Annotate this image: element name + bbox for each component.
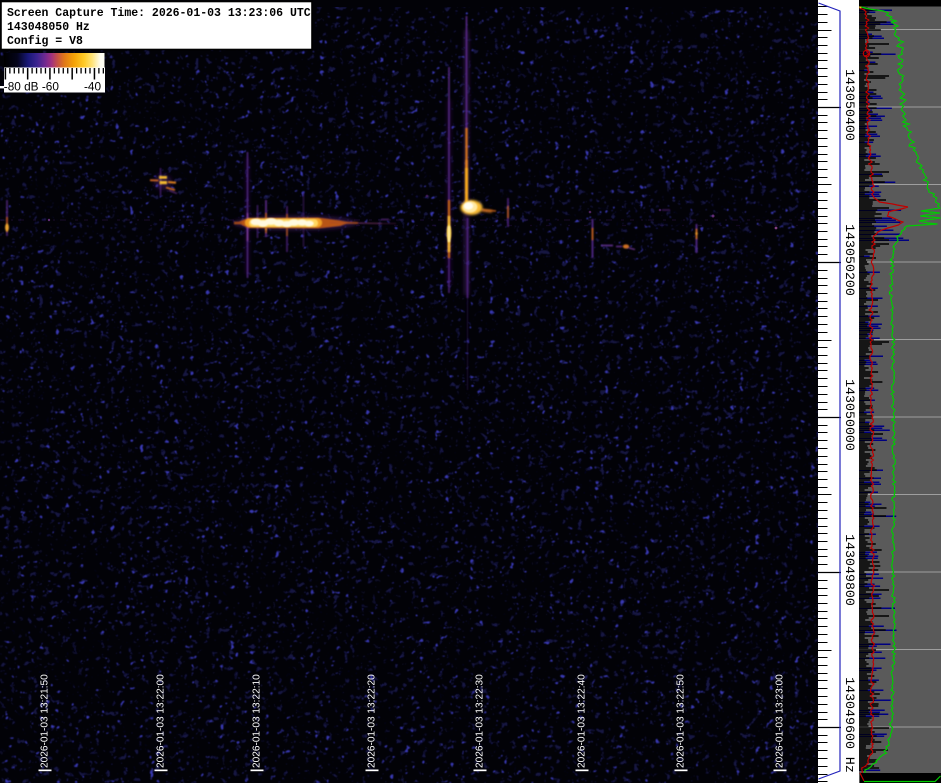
svg-text:143049600 Hz: 143049600 Hz [842, 677, 857, 773]
svg-text:Screen Capture Time: 2026-01-0: Screen Capture Time: 2026-01-03 13:23:06… [7, 7, 311, 20]
svg-text:2026-01-03 13:23:00: 2026-01-03 13:23:00 [775, 674, 786, 768]
svg-text:-80 dB -60: -80 dB -60 [4, 80, 60, 94]
svg-text:2026-01-03 13:22:30: 2026-01-03 13:22:30 [475, 674, 486, 768]
svg-text:2026-01-03 13:22:00: 2026-01-03 13:22:00 [156, 674, 167, 768]
svg-text:2026-01-03 13:22:50: 2026-01-03 13:22:50 [676, 674, 687, 768]
svg-text:143050200: 143050200 [842, 224, 857, 296]
svg-text:2026-01-03 13:22:10: 2026-01-03 13:22:10 [252, 674, 263, 768]
svg-text:143050000: 143050000 [842, 379, 857, 451]
svg-text:2026-01-03 13:22:20: 2026-01-03 13:22:20 [367, 674, 378, 768]
svg-text:Config = V8: Config = V8 [7, 35, 83, 48]
svg-text:143050400: 143050400 [842, 69, 857, 141]
svg-text:-40: -40 [84, 80, 101, 94]
svg-text:2026-01-03 13:22:40: 2026-01-03 13:22:40 [577, 674, 588, 768]
svg-text:143048050 Hz: 143048050 Hz [7, 21, 90, 34]
svg-text:2026-01-03 13:21:50: 2026-01-03 13:21:50 [40, 674, 51, 768]
svg-text:143049800: 143049800 [842, 534, 857, 606]
